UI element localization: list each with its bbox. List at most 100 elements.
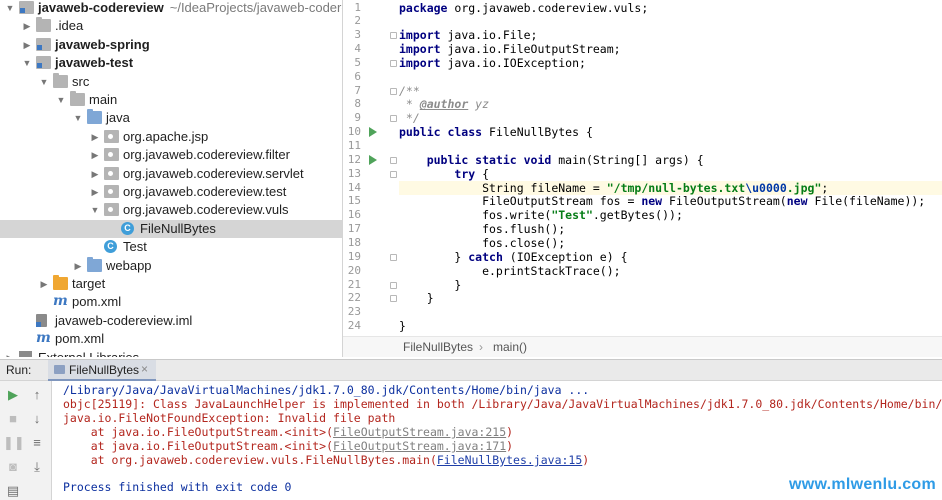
- tree-item[interactable]: ▼ main: [0, 91, 342, 109]
- code-line[interactable]: import java.io.FileOutputStream;: [399, 42, 942, 56]
- code-line[interactable]: fos.flush();: [399, 222, 942, 236]
- code-line[interactable]: [399, 70, 942, 84]
- code-line[interactable]: [399, 14, 942, 28]
- code-line[interactable]: fos.close();: [399, 236, 942, 250]
- stack-trace-link[interactable]: FileOutputStream.java:171: [333, 439, 506, 453]
- console-text: ): [582, 453, 590, 467]
- run-tab[interactable]: FileNullBytes ×: [48, 360, 156, 381]
- code-line[interactable]: package org.javaweb.codereview.vuls;: [399, 1, 942, 15]
- tree-item[interactable]: ▼ javaweb-test: [0, 54, 342, 72]
- code-line[interactable]: import java.io.IOException;: [399, 56, 942, 70]
- tree-item-label: java: [106, 110, 130, 126]
- code-line[interactable]: }: [399, 291, 942, 305]
- collapsed-arrow-icon[interactable]: ▶: [89, 146, 101, 164]
- breadcrumb-method[interactable]: main(): [493, 337, 527, 357]
- code-token: yz: [468, 97, 490, 112]
- close-icon[interactable]: ×: [141, 362, 148, 376]
- run-gutter-icon[interactable]: [369, 127, 377, 138]
- tree-item[interactable]: ▼ src: [0, 72, 342, 91]
- code-line[interactable]: try {: [399, 167, 942, 181]
- collapsed-arrow-icon[interactable]: ▶: [89, 128, 101, 146]
- editor-gutter[interactable]: 1 2 3 4 5 6 7 8 9 10 11 12 13 14 15 16 17 18 19 20 21 22 23 24: [343, 0, 397, 336]
- collapsed-arrow-icon[interactable]: ▶: [89, 165, 101, 183]
- scroll-to-end-icon[interactable]: ⤓: [27, 457, 47, 477]
- fold-marker-icon[interactable]: [390, 170, 397, 178]
- collapsed-arrow-icon[interactable]: ▶: [89, 183, 101, 201]
- tree-item[interactable]: ▼ javaweb-codereview ~/IdeaProjects/javawe…: [0, 0, 342, 17]
- breadcrumb-class[interactable]: FileNullBytes: [403, 337, 473, 357]
- tree-item[interactable]: ▶ javaweb-spring: [0, 36, 342, 54]
- code-line[interactable]: import java.io.File;: [399, 28, 942, 42]
- collapsed-arrow-icon[interactable]: ▶: [21, 36, 33, 54]
- tree-item[interactable]: C Test: [0, 238, 342, 256]
- code-line[interactable]: e.printStackTrace();: [399, 264, 942, 278]
- code-line[interactable]: FileOutputStream fos = new FileOutputStr…: [399, 194, 942, 208]
- expanded-arrow-icon[interactable]: ▼: [38, 73, 50, 91]
- expanded-arrow-icon[interactable]: ▼: [72, 109, 84, 127]
- stack-trace-link[interactable]: FileOutputStream.java:215: [333, 425, 506, 439]
- rerun-icon[interactable]: ▶: [3, 385, 23, 405]
- fold-marker-icon[interactable]: [390, 253, 397, 261]
- fold-marker-icon[interactable]: [390, 281, 397, 289]
- tree-item[interactable]: ▶ org.javaweb.codereview.filter: [0, 146, 342, 164]
- code-line[interactable]: } catch (IOException e) {: [399, 250, 942, 264]
- scroll-up-icon[interactable]: ↑: [27, 385, 47, 405]
- soft-wrap-icon[interactable]: ≡: [27, 433, 47, 453]
- tree-item[interactable]: ▶ org.javaweb.codereview.test: [0, 183, 342, 201]
- code-line[interactable]: String fileName = "/tmp/null-bytes.txt\u…: [399, 180, 942, 195]
- run-gutter-icon[interactable]: [369, 154, 377, 165]
- code-line[interactable]: * @author yz: [399, 97, 942, 111]
- tree-item[interactable]: ▶ target: [0, 275, 342, 293]
- tree-item[interactable]: m pom.xml: [0, 293, 342, 311]
- code-token: main(String[] args) {: [551, 152, 704, 167]
- scroll-down-icon[interactable]: ↓: [27, 409, 47, 429]
- line-number: 18: [347, 235, 361, 249]
- run-toolbar: ▶ ↑ ■ ↓ ❚❚ ≡ ◙ ⤓ ▤: [0, 381, 52, 500]
- pause-icon[interactable]: ❚❚: [3, 433, 25, 453]
- code-line[interactable]: }: [399, 319, 942, 333]
- expanded-arrow-icon[interactable]: ▼: [4, 0, 16, 17]
- collapsed-arrow-icon[interactable]: ▶: [72, 257, 84, 275]
- expanded-arrow-icon[interactable]: ▼: [55, 91, 67, 109]
- code-editor[interactable]: 1 2 3 4 5 6 7 8 9 10 11 12 13 14 15 16 17 18 19 20 21 22 23 24 …: [342, 0, 942, 357]
- fold-marker-icon[interactable]: [390, 59, 397, 67]
- collapsed-arrow-icon[interactable]: ▶: [4, 349, 16, 357]
- expanded-arrow-icon[interactable]: ▼: [21, 54, 33, 72]
- fold-marker-icon[interactable]: [390, 115, 397, 123]
- tree-item-label: pom.xml: [55, 331, 105, 347]
- tree-item[interactable]: ▶ org.apache.jsp: [0, 128, 342, 146]
- expanded-arrow-icon[interactable]: ▼: [89, 201, 101, 219]
- tree-item[interactable]: ▶ External Libraries: [0, 349, 342, 357]
- code-line[interactable]: public class FileNullBytes {: [399, 125, 942, 139]
- code-line[interactable]: */: [399, 111, 942, 125]
- print-icon[interactable]: ▤: [3, 481, 23, 500]
- fold-marker-icon[interactable]: [390, 87, 397, 95]
- fold-marker-icon[interactable]: [390, 295, 397, 303]
- code-line[interactable]: /**: [399, 84, 942, 98]
- tree-item[interactable]: ▶ webapp: [0, 256, 342, 275]
- maven-icon: m: [36, 330, 51, 347]
- fold-marker-icon[interactable]: [390, 156, 397, 164]
- camera-icon[interactable]: ◙: [3, 457, 23, 477]
- code-line[interactable]: fos.write("Test".getBytes());: [399, 208, 942, 222]
- tree-item-label: .idea: [55, 18, 84, 34]
- collapsed-arrow-icon[interactable]: ▶: [38, 275, 50, 293]
- stack-trace-link[interactable]: FileNullBytes.java:15: [437, 453, 582, 467]
- tree-item[interactable]: C FileNullBytes: [0, 219, 342, 238]
- tree-item[interactable]: m pom.xml: [0, 330, 342, 348]
- stop-icon[interactable]: ■: [3, 409, 23, 429]
- tree-item[interactable]: ▼ java: [0, 109, 342, 127]
- collapsed-arrow-icon[interactable]: ▶: [21, 17, 33, 35]
- code-line[interactable]: [399, 139, 942, 153]
- tree-item[interactable]: ▼ org.javaweb.codereview.vuls: [0, 201, 342, 219]
- tree-item[interactable]: ▶ .idea: [0, 17, 342, 35]
- console-text: Process finished with exit code 0: [63, 480, 292, 494]
- tree-item[interactable]: ▶ org.javaweb.codereview.servlet: [0, 165, 342, 183]
- fold-marker-icon[interactable]: [390, 32, 397, 40]
- code-line[interactable]: [399, 305, 942, 319]
- code-line[interactable]: }: [399, 278, 942, 292]
- tree-item[interactable]: javaweb-codereview.iml: [0, 312, 342, 330]
- code-line[interactable]: public static void main(String[] args) {: [399, 153, 942, 167]
- project-tree[interactable]: ▼ javaweb-codereview ~/IdeaProjects/javawe…: [0, 0, 342, 357]
- tree-item-label: javaweb-spring: [55, 36, 150, 52]
